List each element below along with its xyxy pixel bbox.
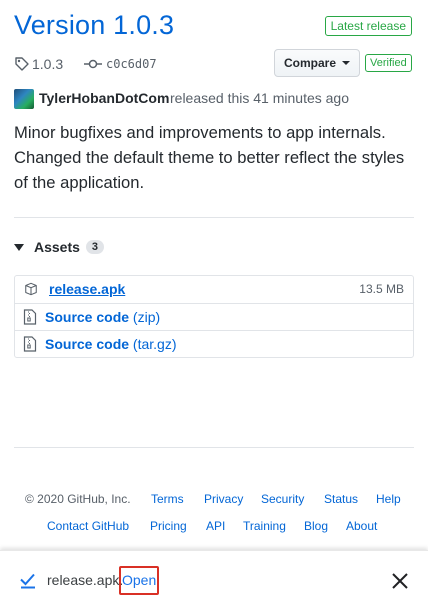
- assets-toggle[interactable]: Assets 3: [14, 237, 105, 257]
- asset-size: 13.5 MB: [359, 282, 404, 296]
- check-icon: [20, 573, 35, 589]
- package-icon: [25, 282, 37, 296]
- compare-button-label: Compare: [283, 56, 336, 70]
- release-notes: Minor bugfixes and improvements to app i…: [14, 120, 414, 195]
- asset-row: Source code (tar.gz): [15, 330, 413, 357]
- commit-label[interactable]: c0c6d07: [106, 57, 157, 71]
- asset-row: release.apk 13.5 MB: [15, 276, 413, 303]
- assets-list: release.apk 13.5 MB Source code (zip) So…: [14, 275, 414, 358]
- assets-label: Assets: [34, 239, 80, 255]
- tag-label[interactable]: 1.0.3: [32, 56, 63, 72]
- author-row: TylerHobanDotCom released this 41 minute…: [14, 88, 414, 109]
- footer-link-status[interactable]: Status: [324, 492, 358, 506]
- release-note-line: Minor bugfixes and improvements to app i…: [14, 123, 386, 142]
- footer-link-blog[interactable]: Blog: [304, 519, 328, 533]
- divider: [14, 447, 414, 448]
- asset-link-release-apk[interactable]: release.apk: [49, 281, 125, 297]
- footer-row: © 2020 GitHub, Inc. Terms Privacy Securi…: [14, 492, 414, 508]
- footer-link-api[interactable]: API: [206, 519, 225, 533]
- avatar[interactable]: [14, 89, 34, 109]
- release-note-line: Changed the default theme to better refl…: [14, 148, 405, 192]
- footer-link-terms[interactable]: Terms: [151, 492, 184, 506]
- released-time: released this 41 minutes ago: [170, 90, 349, 106]
- downloaded-file-name: release.apk.: [47, 572, 124, 588]
- tag-icon: [15, 57, 29, 71]
- copyright: © 2020 GitHub, Inc.: [25, 492, 131, 506]
- latest-release-badge: Latest release: [324, 16, 412, 36]
- triangle-down-icon: [14, 243, 24, 251]
- asset-link-source-zip[interactable]: Source code (zip): [45, 309, 160, 325]
- verified-badge[interactable]: Verified: [365, 54, 412, 72]
- download-bar: release.apk. Open: [0, 550, 428, 608]
- footer-link-pricing[interactable]: Pricing: [150, 519, 187, 533]
- release-header: Version 1.0.3 Latest release: [14, 8, 414, 48]
- asset-name: Source code: [45, 309, 130, 325]
- file-zip-icon: [23, 309, 37, 325]
- asset-row: Source code (zip): [15, 303, 413, 330]
- divider: [14, 217, 414, 218]
- footer-link-privacy[interactable]: Privacy: [204, 492, 243, 506]
- chevron-down-icon: [342, 61, 350, 65]
- footer-link-training[interactable]: Training: [243, 519, 286, 533]
- author-name[interactable]: TylerHobanDotCom: [39, 90, 169, 106]
- asset-format: (tar.gz): [132, 336, 177, 352]
- open-highlight-box: [119, 566, 159, 595]
- file-zip-icon: [23, 336, 37, 352]
- footer-link-help[interactable]: Help: [376, 492, 401, 506]
- asset-format: (zip): [132, 309, 161, 325]
- footer-link-security[interactable]: Security: [261, 492, 304, 506]
- close-icon[interactable]: [391, 572, 409, 590]
- commit-icon: [84, 59, 102, 69]
- footer-link-contact[interactable]: Contact GitHub: [47, 519, 129, 533]
- asset-name: Source code: [45, 336, 130, 352]
- asset-link-source-targz[interactable]: Source code (tar.gz): [45, 336, 177, 352]
- footer-link-about[interactable]: About: [346, 519, 377, 533]
- release-title[interactable]: Version 1.0.3: [14, 10, 174, 41]
- assets-count: 3: [85, 240, 105, 254]
- release-meta: 1.0.3 c0c6d07 Compare Verified: [14, 49, 414, 78]
- footer-row: Contact GitHub Pricing API Training Blog…: [14, 519, 414, 535]
- compare-button[interactable]: Compare: [274, 49, 360, 77]
